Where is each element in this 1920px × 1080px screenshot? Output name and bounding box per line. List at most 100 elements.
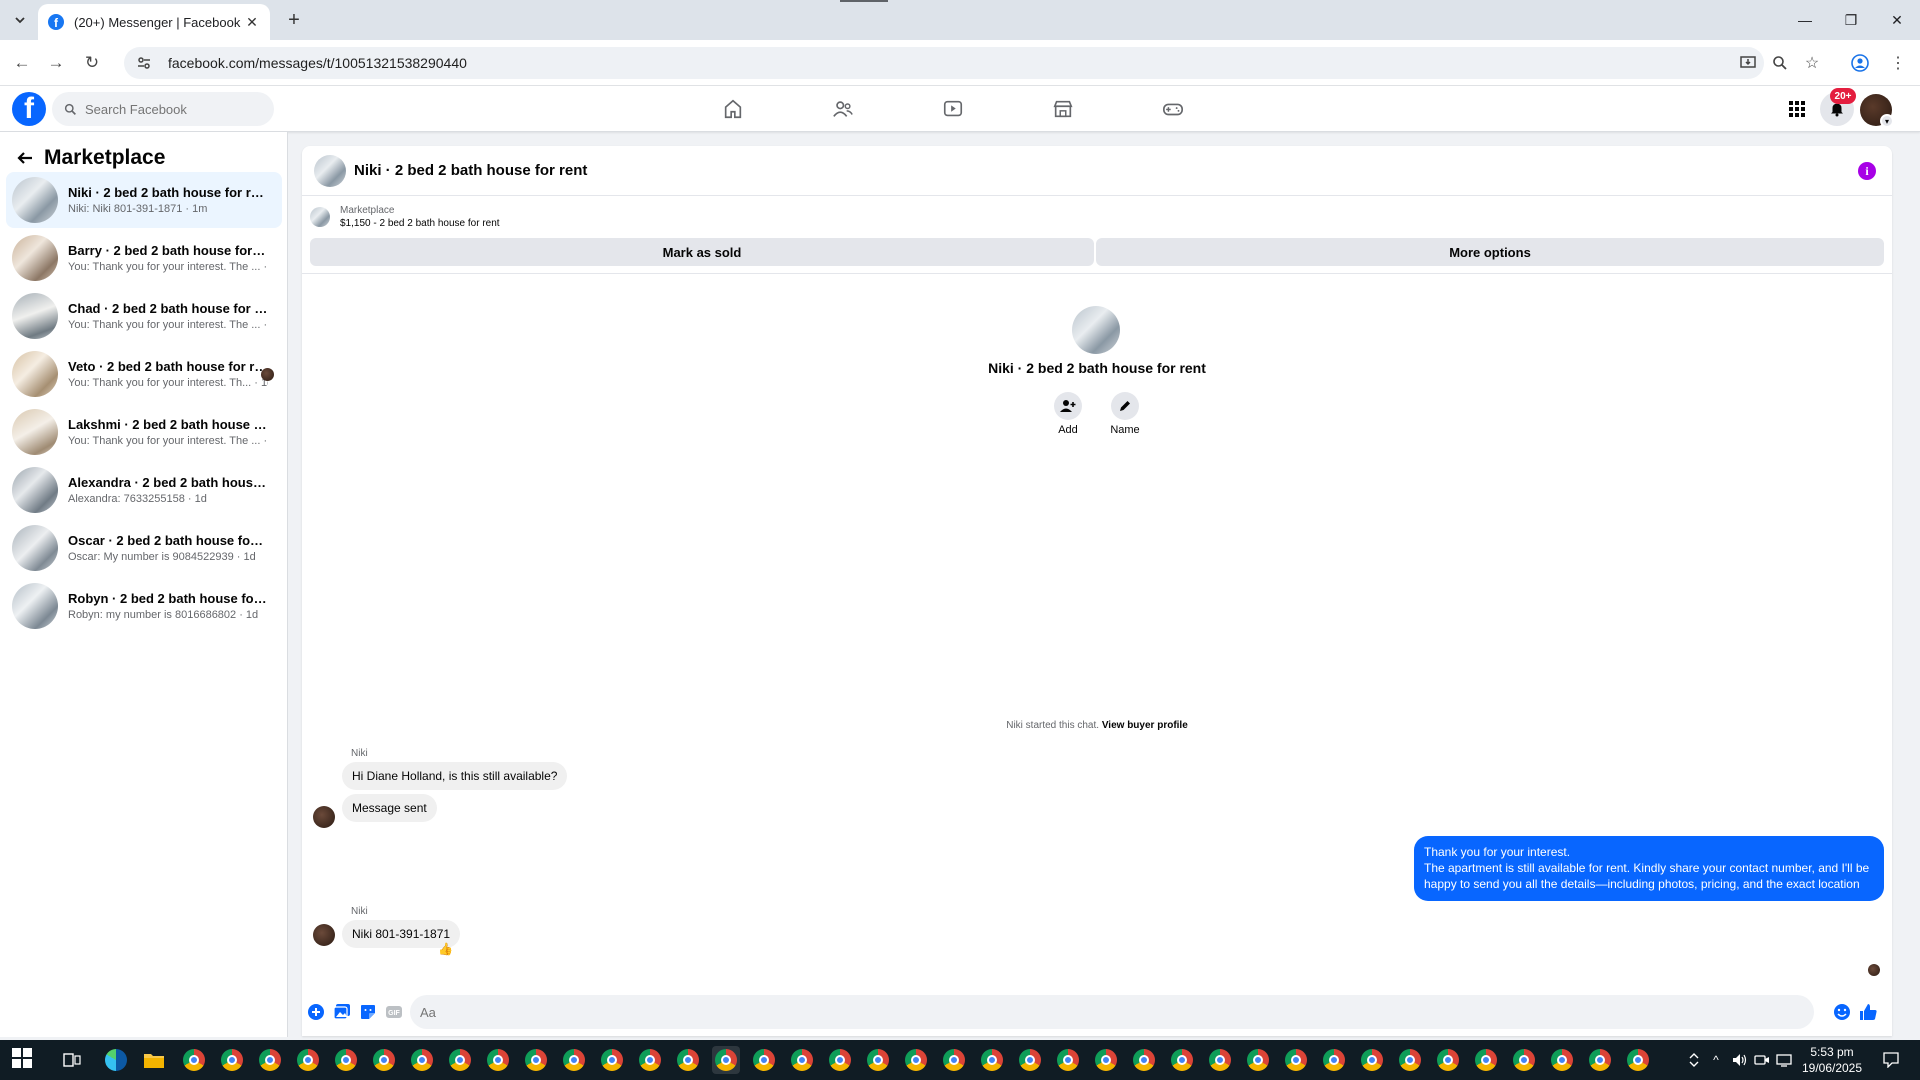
chrome-window-icon[interactable] <box>484 1046 512 1074</box>
chrome-window-icon[interactable] <box>294 1046 322 1074</box>
conversation-item[interactable]: Lakshmi · 2 bed 2 bath house for r... Yo… <box>6 404 282 460</box>
chrome-window-icon[interactable] <box>1168 1046 1196 1074</box>
emoji-icon[interactable] <box>1832 1002 1852 1022</box>
chrome-window-icon[interactable] <box>218 1046 246 1074</box>
tab-search-chevron-icon[interactable] <box>8 8 32 32</box>
nav-friends-icon[interactable] <box>788 90 898 128</box>
close-tab-icon[interactable]: ✕ <box>244 14 260 30</box>
bookmark-star-icon[interactable]: ☆ <box>1800 51 1824 75</box>
conversation-item[interactable]: Veto · 2 bed 2 bath house for rent You: … <box>6 346 282 402</box>
gif-icon[interactable]: GIF <box>384 1002 404 1022</box>
chrome-window-icon[interactable] <box>1396 1046 1424 1074</box>
add-people-button[interactable]: Add <box>1043 392 1093 436</box>
chrome-window-icon[interactable] <box>1548 1046 1576 1074</box>
listing-summary[interactable]: Marketplace $1,150 - 2 bed 2 bath house … <box>310 202 500 232</box>
search-input[interactable] <box>85 101 245 117</box>
chrome-window-icon[interactable] <box>788 1046 816 1074</box>
chrome-window-icon[interactable] <box>598 1046 626 1074</box>
chrome-window-icon[interactable] <box>1434 1046 1462 1074</box>
facebook-search-box[interactable] <box>52 92 274 126</box>
chrome-window-icon[interactable] <box>1624 1046 1652 1074</box>
chrome-window-icon[interactable] <box>1206 1046 1234 1074</box>
install-app-icon[interactable] <box>1736 51 1760 75</box>
conversation-info-icon[interactable]: i <box>1858 162 1876 180</box>
chrome-window-icon[interactable] <box>940 1046 968 1074</box>
back-icon[interactable]: ← <box>10 51 34 75</box>
zoom-icon[interactable] <box>1768 51 1792 75</box>
chat-title[interactable]: Niki · 2 bed 2 bath house for rent <box>354 162 587 179</box>
chrome-window-icon[interactable] <box>1320 1046 1348 1074</box>
sender-avatar[interactable] <box>313 924 335 946</box>
chrome-window-icon[interactable] <box>1092 1046 1120 1074</box>
volume-icon[interactable] <box>1728 1040 1752 1080</box>
conversation-item[interactable]: Niki · 2 bed 2 bath house for rent Niki:… <box>6 172 282 228</box>
more-options-button[interactable]: More options <box>1096 238 1884 266</box>
address-bar[interactable]: facebook.com/messages/t/1005132153829044… <box>124 47 1764 79</box>
facebook-logo-icon[interactable]: f <box>12 92 46 126</box>
conversation-item[interactable]: Alexandra · 2 bed 2 bath house for... Al… <box>6 462 282 518</box>
show-hidden-icons-icon[interactable]: ^ <box>1704 1040 1728 1080</box>
chrome-window-icon[interactable] <box>1472 1046 1500 1074</box>
like-thumb-icon[interactable] <box>1858 1002 1878 1022</box>
edge-icon[interactable] <box>102 1046 130 1074</box>
back-arrow-icon[interactable] <box>12 145 38 171</box>
message-input[interactable] <box>410 995 1814 1029</box>
nav-home-icon[interactable] <box>678 90 788 128</box>
nav-video-icon[interactable] <box>898 90 1008 128</box>
conversation-item[interactable]: Barry · 2 bed 2 bath house for rent You:… <box>6 230 282 286</box>
chrome-window-icon[interactable] <box>1510 1046 1538 1074</box>
view-buyer-profile-link[interactable]: View buyer profile <box>1102 720 1188 731</box>
minimize-icon[interactable]: — <box>1782 0 1828 40</box>
chrome-window-icon[interactable] <box>902 1046 930 1074</box>
incoming-message[interactable]: Message sent <box>342 794 437 822</box>
browser-tab-messenger[interactable]: f (20+) Messenger | Facebook ✕ <box>38 4 270 40</box>
sticker-icon[interactable] <box>358 1002 378 1022</box>
restore-icon[interactable]: ❐ <box>1828 0 1874 40</box>
chrome-window-icon[interactable] <box>864 1046 892 1074</box>
taskbar-clock[interactable]: 5:53 pm 19/06/2025 <box>1792 1044 1872 1076</box>
conversation-item[interactable]: Oscar · 2 bed 2 bath house for rent Osca… <box>6 520 282 576</box>
windows-start-icon[interactable] <box>12 1048 36 1072</box>
attach-photo-icon[interactable] <box>332 1002 352 1022</box>
file-explorer-icon[interactable] <box>140 1046 168 1074</box>
mark-as-sold-button[interactable]: Mark as sold <box>310 238 1094 266</box>
thumbs-up-reaction[interactable]: 👍 <box>438 942 453 956</box>
chrome-window-icon[interactable] <box>636 1046 664 1074</box>
profile-icon[interactable] <box>1848 51 1872 75</box>
meet-now-icon[interactable] <box>1750 1040 1774 1080</box>
close-window-icon[interactable]: ✕ <box>1874 0 1920 40</box>
incoming-message[interactable]: Hi Diane Holland, is this still availabl… <box>342 762 568 790</box>
chat-avatar[interactable] <box>314 154 346 187</box>
chrome-window-icon[interactable] <box>332 1046 360 1074</box>
account-chevron-icon[interactable]: ▾ <box>1880 114 1894 128</box>
chrome-window-icon[interactable] <box>180 1046 208 1074</box>
chrome-window-icon[interactable] <box>1130 1046 1158 1074</box>
chrome-window-icon[interactable] <box>674 1046 702 1074</box>
chrome-window-icon[interactable] <box>750 1046 778 1074</box>
more-actions-plus-icon[interactable] <box>306 1002 326 1022</box>
site-info-icon[interactable] <box>134 53 154 73</box>
chrome-window-icon[interactable] <box>1282 1046 1310 1074</box>
chrome-window-icon[interactable] <box>408 1046 436 1074</box>
chrome-window-icon[interactable] <box>712 1046 740 1074</box>
chrome-window-icon[interactable] <box>1358 1046 1386 1074</box>
reload-icon[interactable]: ↻ <box>80 51 104 75</box>
chrome-window-icon[interactable] <box>370 1046 398 1074</box>
chrome-window-icon[interactable] <box>1586 1046 1614 1074</box>
task-view-icon[interactable] <box>58 1046 86 1074</box>
conversation-item[interactable]: Robyn · 2 bed 2 bath house for rent Roby… <box>6 578 282 634</box>
chrome-window-icon[interactable] <box>826 1046 854 1074</box>
nav-gaming-icon[interactable] <box>1118 90 1228 128</box>
sender-avatar[interactable] <box>313 806 335 828</box>
chrome-window-icon[interactable] <box>522 1046 550 1074</box>
name-chat-button[interactable]: Name <box>1100 392 1150 436</box>
new-tab-icon[interactable]: + <box>282 8 306 32</box>
chrome-window-icon[interactable] <box>560 1046 588 1074</box>
chrome-window-icon[interactable] <box>256 1046 284 1074</box>
chrome-window-icon[interactable] <box>978 1046 1006 1074</box>
chrome-window-icon[interactable] <box>1016 1046 1044 1074</box>
chrome-window-icon[interactable] <box>446 1046 474 1074</box>
conversation-item[interactable]: Chad · 2 bed 2 bath house for rent You: … <box>6 288 282 344</box>
notification-center-icon[interactable] <box>1876 1040 1906 1080</box>
menu-grid-icon[interactable] <box>1780 92 1814 126</box>
